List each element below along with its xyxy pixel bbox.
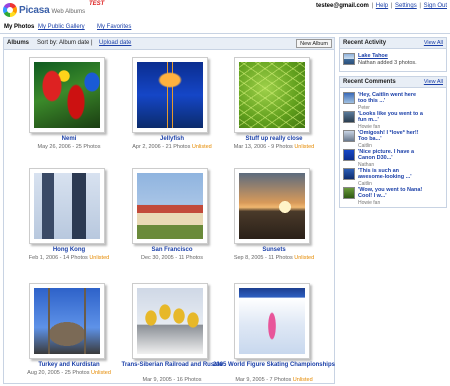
recent-activity-box: Recent Activity View All Lake Tahoe Nath… <box>339 37 447 72</box>
comment-item[interactable]: 'Looks like you went to a fun m...' Howie… <box>343 111 445 130</box>
comment-text: 'Wow, you went to Nana! <box>358 187 423 193</box>
activity-item[interactable]: Lake Tahoe Nathan added 3 photos. <box>343 53 445 67</box>
album-thumbnail-frame[interactable] <box>29 57 105 133</box>
album-meta: Sep 8, 2005 - 11 Photos Unlisted <box>233 255 315 261</box>
user-email: testee@gmail.com <box>316 3 369 9</box>
album-thumbnail-frame[interactable] <box>29 168 105 244</box>
albums-panel: Albums Sort by: Album date | Upload date… <box>3 37 335 384</box>
comment-text: 'Hey, Caitlin went here <box>358 92 417 98</box>
album-thumbnail-frame[interactable] <box>234 57 310 133</box>
album-card[interactable]: 2005 World Figure Skating Championships … <box>209 283 335 386</box>
comment-text: 'This is such an <box>358 168 400 174</box>
album-card[interactable]: San Francisco Dec 30, 2005 - 11 Photos <box>107 168 217 278</box>
help-link[interactable]: Help <box>376 3 388 9</box>
album-card[interactable]: Stuff up really close Mar 13, 2006 - 9 P… <box>209 57 319 167</box>
recent-comments-title: Recent Comments <box>343 79 396 85</box>
tab-my-favorites[interactable]: My Favorites <box>97 24 131 30</box>
recent-comments-view-all[interactable]: View All <box>424 79 443 85</box>
album-card[interactable]: Sunsets Sep 8, 2005 - 11 Photos Unlisted <box>209 168 319 278</box>
comment-text: 'Nice picture. I have a <box>358 149 415 155</box>
lake-photo-icon[interactable] <box>343 53 355 65</box>
recent-activity-title: Recent Activity <box>343 40 387 46</box>
logo-subtitle: Web Albums <box>51 8 86 15</box>
activity-album-link[interactable]: Lake Tahoe <box>358 53 388 59</box>
skater-photo-icon <box>239 288 305 354</box>
sort-upload-date-link[interactable]: Upload date <box>99 40 131 46</box>
album-thumbnail-frame[interactable] <box>132 168 208 244</box>
comment-author: Caitlin <box>358 142 372 149</box>
comment-item[interactable]: 'Nice picture. I have a Canon D30...' Nat… <box>343 149 445 168</box>
comment-photo-icon[interactable] <box>343 168 355 180</box>
recent-comments-header: Recent Comments View All <box>340 77 446 88</box>
comment-item[interactable]: 'Hey, Caitlin went here too this ...' Pet… <box>343 92 445 111</box>
comment-photo-icon[interactable] <box>343 149 355 161</box>
album-card[interactable]: Turkey and Kurdistan Aug 20, 2005 - 25 P… <box>4 283 114 386</box>
new-album-button[interactable]: New Album <box>296 39 332 48</box>
picasa-logo[interactable]: Picasa Web Albums TEST <box>3 1 104 17</box>
logo-name: Picasa <box>19 4 50 16</box>
album-thumbnail-frame[interactable] <box>132 57 208 133</box>
comment-photo-icon[interactable] <box>343 111 355 123</box>
albums-heading: Albums <box>7 40 30 46</box>
domes-photo-icon <box>137 288 203 354</box>
comment-item[interactable]: 'This is such an awesome-looking ...' Cai… <box>343 168 445 187</box>
jellyfish-photo-icon <box>137 62 203 128</box>
settings-link[interactable]: Settings <box>395 3 417 9</box>
recent-comments-box: Recent Comments View All 'Hey, Caitlin w… <box>339 76 447 208</box>
comment-text: 'Omigosh! I *love* her!! <box>358 130 419 136</box>
album-title[interactable]: Stuff up really close <box>209 136 339 143</box>
album-thumbnail-frame[interactable] <box>234 168 310 244</box>
tab-public-gallery[interactable]: My Public Gallery <box>38 24 85 30</box>
test-badge: TEST <box>89 1 105 7</box>
album-card[interactable]: Hong Kong Feb 1, 2006 - 14 Photos Unlist… <box>4 168 114 278</box>
album-title[interactable]: 2005 World Figure Skating Championships <box>209 362 339 369</box>
comment-item[interactable]: 'Wow, you went to Nana! Cool! I w...' How… <box>343 187 445 206</box>
comment-author: Peter <box>358 104 370 111</box>
skyscrapers-photo-icon <box>34 173 100 239</box>
album-thumbnail-frame[interactable] <box>234 283 310 359</box>
album-card[interactable]: Jellyfish Apr 2, 2006 - 21 Photos Unlist… <box>107 57 217 167</box>
comment-author: Nathan <box>358 161 375 168</box>
album-thumbnail-frame[interactable] <box>29 283 105 359</box>
main-nav: My Photos My Public Gallery My Favorites <box>0 22 450 34</box>
sign-out-link[interactable]: Sign Out <box>424 3 447 9</box>
comment-author: Caitlin <box>358 180 372 187</box>
album-card[interactable]: Nemi May 26, 2006 - 25 Photos <box>4 57 114 167</box>
leaf-photo-icon <box>239 62 305 128</box>
album-title[interactable]: Sunsets <box>209 247 339 254</box>
comment-photo-icon[interactable] <box>343 92 355 104</box>
comment-text: 'Looks like you went to a <box>358 111 423 117</box>
album-meta: Mar 9, 2005 - 7 Photos Unlisted <box>235 377 313 383</box>
account-links: testee@gmail.com | Help | Settings | Sig… <box>316 3 447 9</box>
recent-activity-header: Recent Activity View All <box>340 38 446 49</box>
comment-photo-icon[interactable] <box>343 130 355 142</box>
header: Picasa Web Albums TEST testee@gmail.com … <box>0 0 450 20</box>
city-photo-icon <box>137 173 203 239</box>
tab-my-photos[interactable]: My Photos <box>4 24 34 30</box>
activity-description: Nathan added 3 photos. <box>358 60 417 66</box>
album-thumbnail-frame[interactable] <box>132 283 208 359</box>
parrots-photo-icon <box>34 62 100 128</box>
comment-item[interactable]: 'Omigosh! I *love* her!! Too ba...' Caitl… <box>343 130 445 149</box>
sort-label: Sort by: Album date | <box>37 40 93 46</box>
recent-activity-view-all[interactable]: View All <box>424 40 443 46</box>
comment-author: Howie fan <box>358 199 381 206</box>
album-card[interactable]: Trans-Siberian Railroad and Russia Mar 9… <box>107 283 223 386</box>
album-meta: Mar 13, 2006 - 9 Photos Unlisted <box>233 144 315 150</box>
picasa-logo-icon <box>3 3 17 17</box>
mosque-photo-icon <box>34 288 100 354</box>
albums-toolbar: Albums Sort by: Album date | Upload date… <box>4 38 334 50</box>
comment-author: Howie fan <box>358 123 381 130</box>
sunset-photo-icon <box>239 173 305 239</box>
comment-photo-icon[interactable] <box>343 187 355 199</box>
